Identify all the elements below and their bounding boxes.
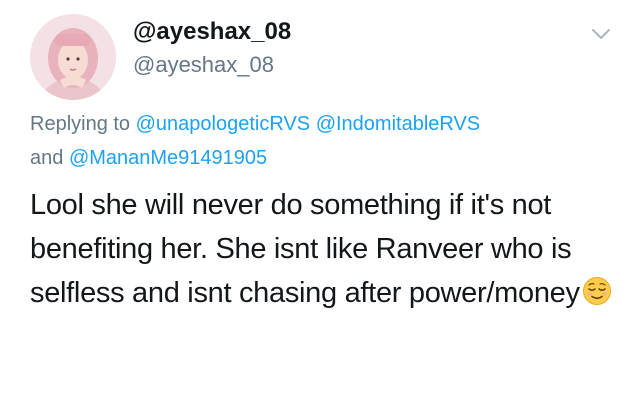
avatar-image (30, 14, 116, 100)
reply-and: and (30, 147, 64, 169)
tweet-body: Lool she will never do something if it's… (30, 189, 580, 309)
mention-link[interactable]: @MananMe91491905 (69, 147, 267, 169)
chevron-down-icon[interactable] (590, 26, 612, 42)
mention-link[interactable]: @unapologeticRVS (136, 113, 311, 135)
reply-prefix: Replying to (30, 113, 131, 135)
mention-link[interactable]: @IndomitableRVS (316, 113, 480, 135)
display-name[interactable]: @ayeshax_08 (133, 18, 291, 46)
user-handle[interactable]: @ayeshax_08 (133, 52, 274, 78)
profile-avatar[interactable] (30, 14, 116, 100)
replying-to-line: Replying to @unapologeticRVS @Indomitabl… (30, 107, 620, 175)
relieved-face-emoji (582, 275, 612, 319)
tweet-card: @ayeshax_08 @ayeshax_08 Replying to @una… (0, 0, 640, 410)
tweet-text: Lool she will never do something if it's… (30, 183, 625, 319)
